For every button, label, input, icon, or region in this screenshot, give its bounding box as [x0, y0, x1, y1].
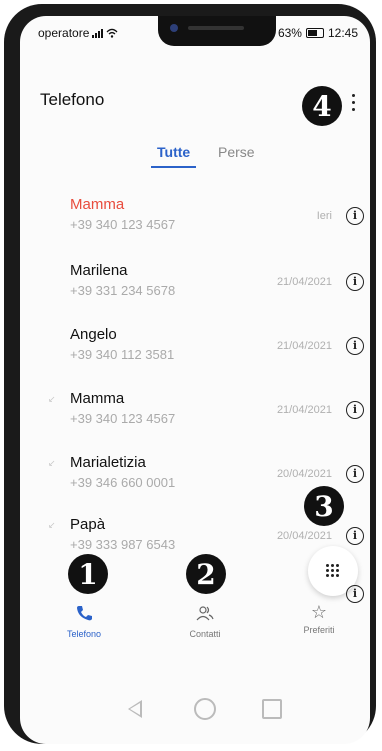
- page-title: Telefono: [40, 90, 105, 109]
- earpiece: [188, 26, 244, 30]
- call-log-row[interactable]: ↙ Mamma +39 340 123 4567 21/04/2021 i: [20, 382, 370, 446]
- phone-icon: [77, 606, 92, 621]
- call-date: Ieri: [316, 210, 332, 222]
- info-icon[interactable]: i: [346, 527, 364, 545]
- phone-number: +39 340 123 4567: [70, 411, 176, 426]
- call-log-row[interactable]: Mamma +39 340 123 4567 Ieri i: [20, 188, 370, 252]
- signal-icon: [92, 28, 104, 38]
- info-icon[interactable]: i: [346, 337, 364, 355]
- contact-name: Marilena: [70, 262, 128, 279]
- outgoing-call-icon: ↙: [48, 394, 56, 404]
- info-icon[interactable]: i: [346, 207, 364, 225]
- nav-item-favorites[interactable]: ☆ Preferiti: [279, 602, 359, 636]
- phone-number: +39 346 660 0001: [70, 475, 176, 490]
- bottom-navigation: Telefono Contatti ☆ Preferiti: [20, 604, 370, 662]
- home-icon[interactable]: [194, 698, 216, 720]
- call-log-row[interactable]: Marilena +39 331 234 5678 21/04/2021 i: [20, 254, 370, 318]
- status-right: 63% 12:45: [278, 26, 358, 40]
- camera-notch: [158, 16, 276, 46]
- contacts-icon: [196, 606, 214, 621]
- back-icon[interactable]: [128, 700, 142, 718]
- contact-name: Angelo: [70, 326, 117, 343]
- callout-marker-2: 2: [186, 554, 226, 594]
- nav-label: Contatti: [189, 629, 221, 639]
- contact-name: Mamma: [70, 196, 125, 213]
- call-date: 21/04/2021: [276, 404, 332, 416]
- phone-screen: operatore 63% 12:45 Telefono 4 Tutte Per…: [20, 16, 370, 744]
- dialpad-icon: [326, 564, 340, 578]
- phone-number: +39 333 987 6543: [70, 537, 176, 552]
- info-icon[interactable]: i: [346, 273, 364, 291]
- info-icon[interactable]: i: [346, 585, 364, 603]
- clock: 12:45: [327, 26, 358, 40]
- status-bar: operatore 63% 12:45: [20, 16, 370, 52]
- phone-number: +39 340 123 4567: [70, 217, 176, 232]
- contact-name: Papà: [70, 516, 106, 533]
- nav-item-phone[interactable]: Telefono: [44, 604, 124, 639]
- callout-marker-1: 1: [68, 554, 108, 594]
- outgoing-call-icon: ↙: [48, 458, 56, 468]
- call-date: 20/04/2021: [276, 530, 332, 542]
- recent-apps-icon[interactable]: [262, 699, 282, 719]
- star-icon: ☆: [310, 602, 328, 623]
- nav-item-contacts[interactable]: Contatti: [165, 604, 245, 639]
- carrier-label: operatore: [38, 26, 90, 40]
- callout-marker-4: 4: [302, 86, 342, 126]
- phone-number: +39 340 112 3581: [70, 347, 175, 362]
- more-options-icon[interactable]: [351, 94, 357, 114]
- contact-name: Mamma: [70, 390, 125, 407]
- phone-number: +39 331 234 5678: [70, 283, 176, 298]
- call-date: 21/04/2021: [276, 340, 332, 352]
- nav-label: Telefono: [66, 629, 102, 639]
- outgoing-call-icon: ↙: [48, 520, 56, 530]
- tab-missed[interactable]: Perse: [218, 144, 255, 160]
- phone-frame: operatore 63% 12:45 Telefono 4 Tutte Per…: [4, 4, 376, 744]
- call-log-row[interactable]: Angelo +39 340 112 3581 21/04/2021 i: [20, 318, 370, 382]
- battery-icon: [305, 28, 324, 38]
- system-navigation-bar: [20, 692, 370, 732]
- info-icon[interactable]: i: [346, 465, 364, 483]
- callout-marker-3: 3: [304, 486, 344, 526]
- call-filter-tabs: Tutte Perse: [20, 144, 370, 174]
- call-date: 20/04/2021: [276, 468, 332, 480]
- tab-all[interactable]: Tutte: [150, 144, 197, 168]
- call-date: 21/04/2021: [276, 276, 332, 288]
- status-left: operatore: [38, 26, 118, 40]
- front-camera: [170, 24, 178, 32]
- nav-label: Preferiti: [303, 625, 335, 635]
- wifi-icon: [106, 28, 118, 38]
- info-icon[interactable]: i: [346, 401, 364, 419]
- contact-name: Marialetizia: [70, 454, 146, 471]
- battery-percent: 63%: [277, 26, 302, 40]
